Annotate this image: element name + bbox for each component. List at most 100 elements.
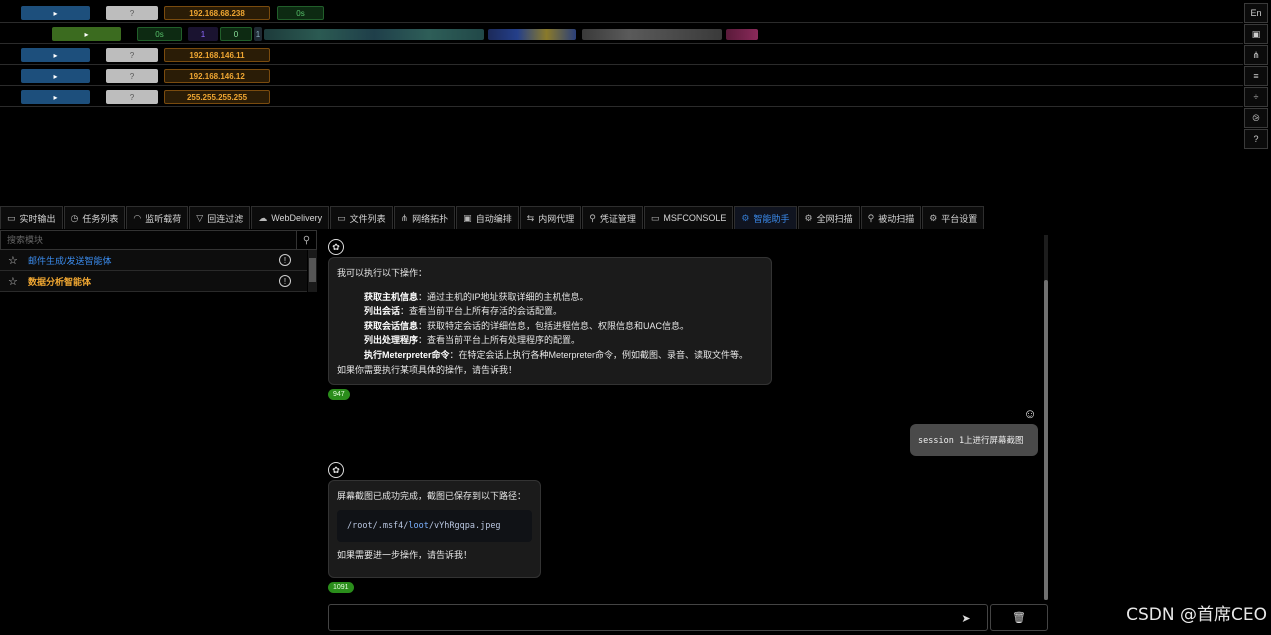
agent-item[interactable]: ☆ 邮件生成/发送智能体 !: [0, 250, 307, 271]
send-icon[interactable]: ➤: [956, 608, 976, 628]
info-icon[interactable]: !: [279, 275, 291, 287]
tab-smart-assistant[interactable]: ⚙ 智能助手: [734, 206, 797, 229]
host-ip: 192.168.146.12: [164, 69, 270, 83]
play-button[interactable]: ▸: [21, 69, 90, 83]
host-row[interactable]: ▸ ? 192.168.146.11: [0, 44, 1243, 65]
assistant-avatar-icon: ✿: [328, 239, 344, 255]
session-count: 0: [220, 27, 252, 41]
module-search-input[interactable]: [1, 231, 296, 249]
tab-label: 内网代理: [538, 213, 575, 224]
gear-icon: ⚙: [929, 212, 938, 223]
host-ip: 192.168.146.11: [164, 48, 270, 62]
terminal-icon: ▭: [650, 212, 660, 223]
search-icon: ⚲: [867, 212, 875, 223]
session-time: 0s: [137, 27, 182, 41]
os-unknown-badge: ?: [106, 48, 158, 62]
host-ip: 192.168.68.238: [164, 6, 270, 20]
chat-scrollbar[interactable]: [1044, 235, 1048, 600]
capability-item: 列出处理程序：查看当前平台上所有处理程序的配置。: [364, 335, 581, 346]
redacted-info: [488, 29, 576, 40]
tab-network-topology[interactable]: ⋔ 网络拓扑: [393, 206, 456, 229]
assistant-icon: ⚙: [741, 212, 750, 223]
host-row[interactable]: ▸ ? 192.168.146.12: [0, 65, 1243, 86]
tab-label: 回连过滤: [207, 213, 244, 224]
tab-realtime-output[interactable]: ▭ 实时输出: [0, 206, 63, 229]
agent-item[interactable]: ☆ 数据分析智能体 !: [0, 271, 307, 292]
help-icon[interactable]: ?: [1244, 129, 1268, 149]
tab-label: 文件列表: [349, 213, 386, 224]
tab-webdelivery[interactable]: ☁ WebDelivery: [251, 206, 330, 229]
chat-input[interactable]: [328, 604, 988, 631]
tab-credential-management[interactable]: ⚲ 凭证管理: [582, 206, 643, 229]
capability-item: 执行Meterpreter命令：在特定会话上执行各种Meterpreter命令，…: [364, 349, 749, 360]
list-icon[interactable]: ≡: [1244, 66, 1268, 86]
tab-label: 被动扫描: [878, 213, 915, 224]
key-icon: ⚲: [589, 212, 596, 223]
module-tabs: ▭ 实时输出 ◷ 任务列表 ◠ 监听载荷 ▽ 回连过滤 ☁ WebDelivery ▭ 文件…: [0, 206, 985, 229]
tab-passive-scan[interactable]: ⚲ 被动扫描: [860, 206, 922, 229]
play-button[interactable]: ▸: [52, 27, 121, 41]
play-button[interactable]: ▸: [21, 48, 90, 62]
tab-label: MSFCONSOLE: [663, 213, 727, 223]
compass-icon[interactable]: ⧁: [1244, 108, 1268, 128]
os-unknown-badge: ?: [106, 69, 158, 83]
tab-listener-payload[interactable]: ◠ 监听载荷: [126, 206, 189, 229]
agent-name: 邮件生成/发送智能体: [28, 255, 112, 266]
capability-item: 获取会话信息：获取特定会话的详细信息，包括进程信息、权限信息和UAC信息。: [364, 320, 690, 331]
tab-label: 自动编排: [475, 213, 512, 224]
token-count-badge: 947: [328, 389, 350, 400]
info-icon[interactable]: !: [279, 254, 291, 266]
user-avatar-icon: ☺: [1023, 405, 1037, 421]
headset-icon: ◠: [133, 212, 142, 223]
play-button[interactable]: ▸: [21, 6, 90, 20]
tab-auto-orchestration[interactable]: ▣ 自动编排: [456, 206, 519, 229]
capability-item: 获取主机信息：通过主机的IP地址获取详细的主机信息。: [364, 291, 589, 302]
tab-network-scan[interactable]: ⚙ 全网扫描: [797, 206, 860, 229]
scan-icon: ⚙: [804, 212, 813, 223]
cloud-icon: ☁: [258, 212, 268, 223]
host-row[interactable]: ▸ ? 255.255.255.255: [0, 86, 1243, 107]
topology-icon: ⋔: [400, 212, 409, 223]
session-flag: 1: [254, 27, 262, 41]
tab-label: WebDelivery: [271, 213, 323, 223]
session-id: 1: [188, 27, 218, 41]
host-row[interactable]: ▸ ? 192.168.68.238 0s: [0, 2, 1243, 23]
grid-icon: ▣: [463, 212, 472, 223]
proxy-icon: ⇆: [526, 212, 535, 223]
message-text: 屏幕截图已成功完成，截图已保存到以下路径：: [337, 491, 527, 501]
host-ip: 255.255.255.255: [164, 90, 270, 104]
token-count-badge: 1091: [328, 582, 354, 593]
monitor-icon: ▭: [7, 212, 16, 223]
folder-icon: ▭: [337, 212, 346, 223]
tab-file-list[interactable]: ▭ 文件列表: [330, 206, 393, 229]
star-icon[interactable]: ☆: [8, 254, 28, 267]
tab-callback-filter[interactable]: ▽ 回连过滤: [189, 206, 251, 229]
tab-msfconsole[interactable]: ▭ MSFCONSOLE: [643, 206, 734, 229]
trash-icon[interactable]: 🗑: [990, 604, 1048, 631]
tab-task-list[interactable]: ◷ 任务列表: [63, 206, 126, 229]
watermark: CSDN @首席CEO: [1126, 605, 1267, 625]
play-button[interactable]: ▸: [21, 90, 90, 104]
star-icon[interactable]: ☆: [8, 275, 28, 288]
right-toolbar: En ▣ ⋔ ≡ ÷ ⧁ ?: [1244, 3, 1268, 150]
filter-icon: ▽: [196, 212, 204, 223]
tab-label: 凭证管理: [599, 213, 636, 224]
code-block[interactable]: /root/.msf4/loot/vYhRgqpa.jpeg: [337, 509, 532, 543]
language-toggle[interactable]: En: [1244, 3, 1268, 23]
assistant-avatar-icon: ✿: [328, 462, 344, 478]
topology-icon[interactable]: ⋔: [1244, 45, 1268, 65]
message-text: 我可以执行以下操作：: [337, 268, 428, 278]
split-icon[interactable]: ÷: [1244, 87, 1268, 107]
redacted-info: [264, 29, 484, 40]
search-icon[interactable]: ⚲: [296, 231, 316, 249]
terminal-icon[interactable]: ▣: [1244, 24, 1268, 44]
tab-label: 监听载荷: [145, 213, 182, 224]
session-row[interactable]: ▸ 0s 1 0 1: [0, 23, 1243, 44]
assistant-message: 屏幕截图已成功完成，截图已保存到以下路径： /root/.msf4/loot/v…: [328, 480, 541, 578]
tab-platform-settings[interactable]: ⚙ 平台设置: [922, 206, 985, 229]
tab-intranet-proxy[interactable]: ⇆ 内网代理: [519, 206, 582, 229]
agent-list-scrollbar[interactable]: [308, 250, 317, 292]
assistant-message: 我可以执行以下操作： 获取主机信息：通过主机的IP地址获取详细的主机信息。 列出…: [328, 257, 772, 385]
redacted-info: [726, 29, 758, 40]
chat-area: ✿ 我可以执行以下操作： 获取主机信息：通过主机的IP地址获取详细的主机信息。 …: [320, 230, 1050, 635]
